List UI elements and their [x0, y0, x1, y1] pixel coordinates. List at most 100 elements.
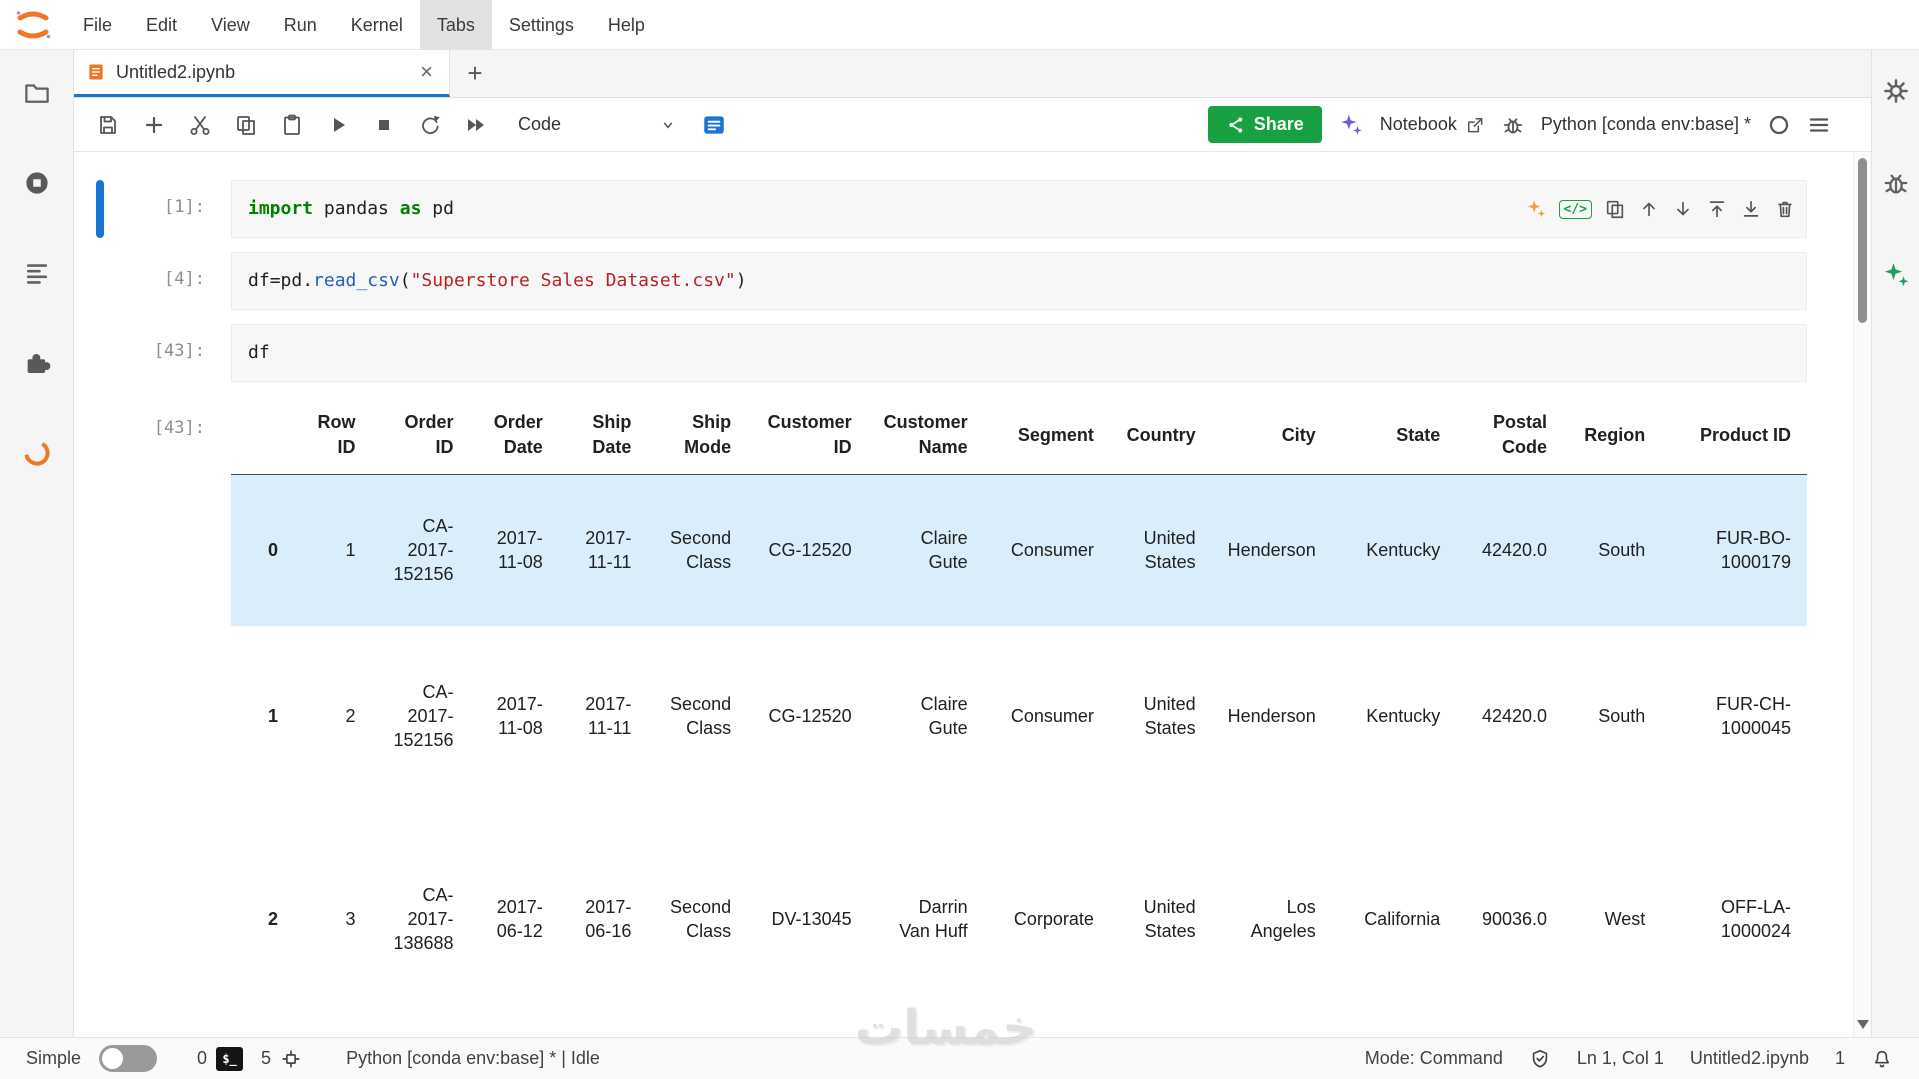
trusted-shield-icon[interactable] — [1529, 1048, 1551, 1070]
execution-count: [1]: — [164, 197, 205, 217]
tab-close-icon[interactable]: × — [416, 59, 437, 85]
ai-sparkle-button[interactable] — [1525, 198, 1547, 220]
hamburger-menu-icon[interactable] — [1807, 113, 1831, 137]
main-area: Untitled2.ipynb × + Code Share Notebook … — [74, 50, 1871, 1037]
scroll-down-arrow-icon[interactable] — [1857, 1020, 1869, 1029]
dataframe-row: 0 1 CA-2017-152156 2017-11-08 2017-11-11 Seco… — [231, 474, 1807, 626]
dock-tab-bar: Untitled2.ipynb × + — [74, 50, 1871, 98]
paste-cells-button[interactable] — [272, 105, 312, 145]
ai-sparkles-icon[interactable] — [1338, 112, 1364, 138]
extensions-icon[interactable] — [22, 348, 52, 378]
column-header: Segment — [983, 396, 1110, 475]
cell-value: Corporate — [1013, 908, 1094, 929]
chevron-down-icon — [663, 122, 673, 128]
cell-value: 2017-11-08 — [496, 693, 543, 738]
scrollbar-thumb[interactable] — [1858, 158, 1867, 323]
format-notebook-icon — [704, 115, 724, 134]
cell-input-editor[interactable]: df — [231, 324, 1807, 382]
jupyterlab-window: File Edit View Run Kernel Tabs Settings … — [0, 0, 1919, 1079]
cut-icon — [190, 115, 210, 135]
cell-value: United States — [1143, 527, 1196, 573]
copy-cells-button[interactable] — [226, 105, 266, 145]
menu-settings[interactable]: Settings — [492, 0, 591, 50]
cell-value: FUR-BO-1000179 — [1716, 527, 1791, 573]
code-cell-1[interactable]: [1]: import pandas as pd </> — [74, 180, 1871, 238]
new-tab-button[interactable]: + — [450, 50, 500, 97]
kernels-indicator[interactable]: 5 — [261, 1048, 302, 1070]
share-button[interactable]: Share — [1207, 106, 1322, 143]
kernel-name[interactable]: Python [conda env:base] * — [1541, 114, 1751, 135]
terminals-indicator[interactable]: 0 $_ — [197, 1046, 244, 1071]
save-button[interactable] — [88, 105, 128, 145]
row-index: 2 — [268, 908, 279, 929]
file-browser-icon[interactable] — [22, 78, 52, 108]
kernel-status[interactable]: Python [conda env:base] * | Idle — [346, 1048, 600, 1069]
menu-file[interactable]: File — [66, 0, 129, 50]
settings-gear-icon[interactable] — [1881, 76, 1911, 106]
menu-edit[interactable]: Edit — [129, 0, 194, 50]
move-cell-up-button[interactable] — [1638, 198, 1660, 220]
cell-type-value: Code — [518, 114, 562, 134]
format-notebook-button[interactable] — [694, 105, 734, 145]
cell-collapser[interactable] — [96, 324, 104, 382]
tab-untitled2[interactable]: Untitled2.ipynb × — [74, 50, 450, 97]
menu-help[interactable]: Help — [591, 0, 662, 50]
menu-view[interactable]: View — [194, 0, 267, 50]
cursor-position[interactable]: Ln 1, Col 1 — [1577, 1048, 1664, 1069]
kernel-activity-icon[interactable] — [22, 438, 52, 468]
cell-value: Kentucky — [1366, 705, 1441, 726]
insert-cell-button[interactable] — [134, 105, 174, 145]
cell-value: CG-12520 — [768, 705, 852, 726]
cell-collapser[interactable] — [96, 396, 104, 1032]
cell-type-code-badge[interactable]: </> — [1558, 199, 1592, 219]
notebook-scrollbar[interactable] — [1853, 152, 1871, 1037]
restart-kernel-button[interactable] — [410, 105, 450, 145]
cell-value: 2 — [345, 705, 356, 726]
column-header: Order ID — [371, 396, 470, 475]
debugger-sidebar-bug-icon[interactable] — [1881, 168, 1911, 198]
insert-cell-above-button[interactable] — [1706, 198, 1728, 220]
cell-value: California — [1364, 908, 1441, 929]
external-link-icon — [1467, 117, 1483, 132]
plus-icon — [145, 116, 163, 133]
cell-value: FUR-CH-1000045 — [1716, 693, 1791, 738]
column-header: Product ID — [1661, 396, 1807, 475]
running-kernels-icon[interactable] — [22, 168, 52, 198]
cell-type-dropdown[interactable]: Code — [508, 107, 688, 143]
row-index: 1 — [268, 705, 279, 726]
cell-collapser[interactable] — [96, 180, 104, 238]
menu-kernel[interactable]: Kernel — [334, 0, 420, 50]
notebook-link[interactable]: Notebook — [1380, 114, 1485, 135]
cell-input-editor[interactable]: import pandas as pd </> — [231, 180, 1807, 238]
code-cell-3[interactable]: [43]: df — [74, 324, 1871, 382]
command-mode-indicator[interactable]: Mode: Command — [1365, 1048, 1503, 1069]
move-cell-down-button[interactable] — [1672, 198, 1694, 220]
output-execution-count: [43]: — [153, 418, 205, 438]
code-cell-2[interactable]: [4]: df=pd.read_csv("Superstore Sales Da… — [74, 252, 1871, 310]
menu-tabs[interactable]: Tabs — [419, 0, 492, 50]
bell-icon[interactable] — [1871, 1048, 1893, 1070]
cell-input-editor[interactable]: df=pd.read_csv("Superstore Sales Dataset… — [231, 252, 1807, 310]
run-cell-button[interactable] — [318, 105, 358, 145]
ai-assistant-icon[interactable] — [1881, 260, 1911, 290]
cell-collapser[interactable] — [96, 252, 104, 310]
cell-value: 3 — [345, 908, 356, 929]
delete-cell-button[interactable] — [1774, 198, 1796, 220]
table-of-contents-icon[interactable] — [22, 258, 52, 288]
kernel-status-indicator-icon[interactable] — [1767, 113, 1791, 137]
notifications-count[interactable]: 1 — [1835, 1048, 1845, 1069]
interrupt-kernel-button[interactable] — [364, 105, 404, 145]
restart-run-all-button[interactable] — [456, 105, 496, 145]
notebook-area[interactable]: [1]: import pandas as pd </> [4]: df=pd.… — [74, 152, 1871, 1037]
simple-mode-toggle[interactable] — [99, 1045, 158, 1072]
column-header: State — [1331, 396, 1457, 475]
duplicate-cell-button[interactable] — [1604, 198, 1626, 220]
cut-cells-button[interactable] — [180, 105, 220, 145]
menu-run[interactable]: Run — [267, 0, 334, 50]
terminals-count: 0 — [197, 1048, 208, 1068]
insert-cell-below-button[interactable] — [1740, 198, 1762, 220]
simple-mode-label: Simple — [26, 1048, 82, 1068]
debugger-bug-icon[interactable] — [1501, 113, 1525, 137]
cell-value: 1 — [345, 540, 356, 561]
cell-value: Henderson — [1227, 540, 1316, 561]
